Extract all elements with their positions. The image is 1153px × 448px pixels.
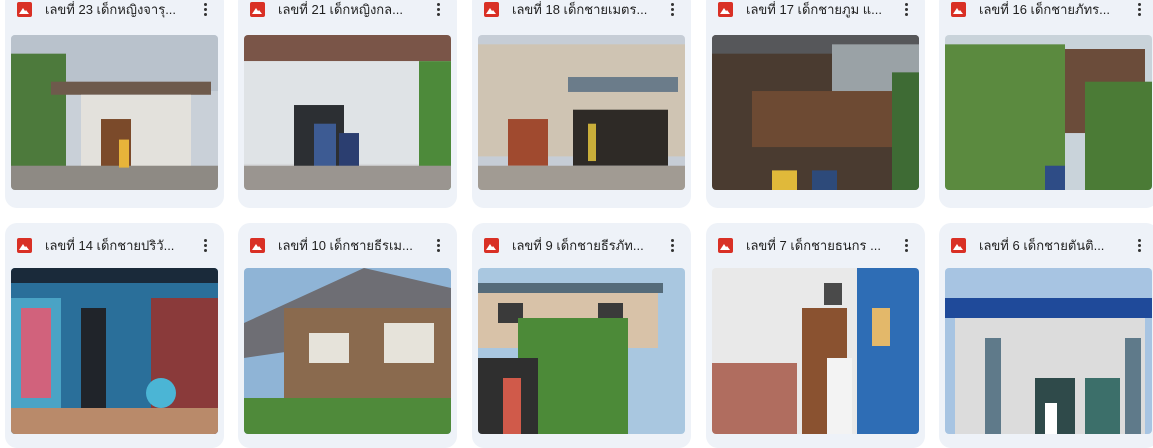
image-file-icon — [250, 238, 265, 253]
file-name[interactable]: เลขที่ 6 เด็กชายตันติ... — [979, 237, 1127, 254]
file-name[interactable]: เลขที่ 16 เด็กชายภัทร... — [979, 1, 1127, 18]
file-name[interactable]: เลขที่ 14 เด็กชายปริวั... — [45, 237, 193, 254]
more-vert-icon[interactable] — [194, 0, 216, 20]
file-card-10[interactable]: เลขที่ 6 เด็กชายตันติ... — [939, 223, 1153, 448]
thumbnail[interactable] — [244, 35, 451, 190]
file-card-1[interactable]: เลขที่ 23 เด็กหญิงจารุ... — [5, 0, 224, 208]
file-name[interactable]: เลขที่ 17 เด็กชายภูม แ... — [746, 1, 894, 18]
file-card-8[interactable]: เลขที่ 9 เด็กชายธีรภัท... — [472, 223, 691, 448]
file-card-2[interactable]: เลขที่ 21 เด็กหญิงกล... — [238, 0, 457, 208]
more-vert-icon[interactable] — [661, 234, 683, 256]
thumbnail[interactable] — [11, 35, 218, 190]
more-vert-icon[interactable] — [427, 234, 449, 256]
thumbnail[interactable] — [478, 35, 685, 190]
more-vert-icon[interactable] — [427, 0, 449, 20]
more-vert-icon[interactable] — [1128, 0, 1150, 20]
thumbnail[interactable] — [478, 268, 685, 434]
image-file-icon — [951, 2, 966, 17]
file-name[interactable]: เลขที่ 7 เด็กชายธนกร ... — [746, 237, 894, 254]
file-card-3[interactable]: เลขที่ 18 เด็กชายเมตร... — [472, 0, 691, 208]
thumbnail[interactable] — [945, 35, 1152, 190]
file-card-9[interactable]: เลขที่ 7 เด็กชายธนกร ... — [706, 223, 925, 448]
thumbnail[interactable] — [712, 268, 919, 434]
image-file-icon — [718, 2, 733, 17]
more-vert-icon[interactable] — [895, 0, 917, 20]
file-name[interactable]: เลขที่ 21 เด็กหญิงกล... — [278, 1, 426, 18]
more-vert-icon[interactable] — [895, 234, 917, 256]
thumbnail[interactable] — [244, 268, 451, 434]
file-name[interactable]: เลขที่ 23 เด็กหญิงจารุ... — [45, 1, 193, 18]
image-file-icon — [484, 2, 499, 17]
file-name[interactable]: เลขที่ 9 เด็กชายธีรภัท... — [512, 237, 660, 254]
file-card-5[interactable]: เลขที่ 16 เด็กชายภัทร... — [939, 0, 1153, 208]
image-file-icon — [718, 238, 733, 253]
thumbnail[interactable] — [11, 268, 218, 434]
more-vert-icon[interactable] — [661, 0, 683, 20]
more-vert-icon[interactable] — [194, 234, 216, 256]
file-card-6[interactable]: เลขที่ 14 เด็กชายปริวั... — [5, 223, 224, 448]
image-file-icon — [250, 2, 265, 17]
file-card-4[interactable]: เลขที่ 17 เด็กชายภูม แ... — [706, 0, 925, 208]
image-file-icon — [17, 2, 32, 17]
thumbnail[interactable] — [712, 35, 919, 190]
image-file-icon — [484, 238, 499, 253]
file-card-7[interactable]: เลขที่ 10 เด็กชายธีรเม... — [238, 223, 457, 448]
image-file-icon — [951, 238, 966, 253]
file-name[interactable]: เลขที่ 18 เด็กชายเมตร... — [512, 1, 660, 18]
image-file-icon — [17, 238, 32, 253]
file-name[interactable]: เลขที่ 10 เด็กชายธีรเม... — [278, 237, 426, 254]
more-vert-icon[interactable] — [1128, 234, 1150, 256]
thumbnail[interactable] — [945, 268, 1152, 434]
